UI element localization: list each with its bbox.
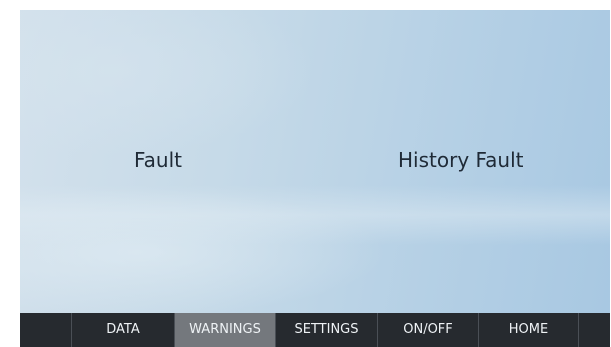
nav-onoff-button[interactable]: ON/OFF: [377, 313, 478, 347]
fault-option[interactable]: Fault: [134, 148, 182, 172]
navbar-blank-segment-right: [578, 313, 610, 347]
bottom-navbar: DATA WARNINGS SETTINGS ON/OFF HOME: [20, 313, 610, 347]
nav-settings-button[interactable]: SETTINGS: [275, 313, 377, 347]
warnings-screen: Fault History Fault: [20, 10, 610, 313]
nav-data-button[interactable]: DATA: [71, 313, 174, 347]
nav-home-button[interactable]: HOME: [478, 313, 578, 347]
nav-warnings-button[interactable]: WARNINGS: [174, 313, 275, 347]
history-fault-option[interactable]: History Fault: [398, 148, 524, 172]
navbar-blank-segment-left: [20, 313, 71, 347]
